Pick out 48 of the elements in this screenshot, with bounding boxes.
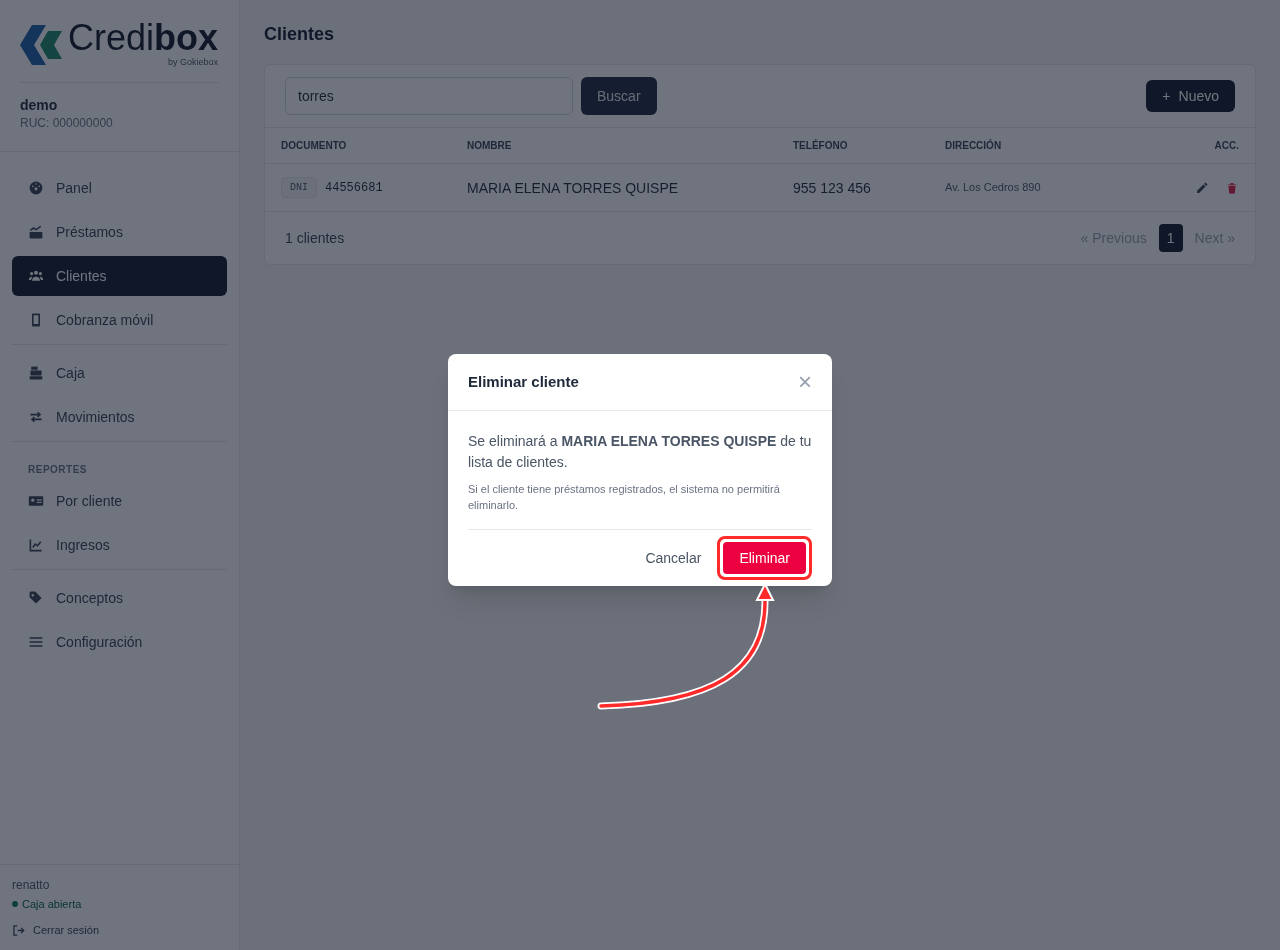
logo-mark-icon <box>20 24 64 65</box>
table-cell: 955 123 456 <box>777 163 929 212</box>
close-button[interactable]: × <box>798 370 812 394</box>
sidebar-item[interactable]: Panel <box>12 167 227 208</box>
table-cell: Av. Los Cedros 890 <box>929 163 1134 212</box>
column-header: DOCUMENTO <box>265 127 451 164</box>
section-heading: REPORTES <box>27 462 88 477</box>
logout-link[interactable]: Cerrar sesión <box>12 923 227 938</box>
column-header: ACC. <box>1133 127 1255 164</box>
cash-register-icon <box>28 364 44 381</box>
sidebar-item[interactable]: Configuración <box>12 621 227 662</box>
sidebar-item[interactable]: Cobranza móvil <box>12 299 227 340</box>
document-number: 44556681 <box>325 179 383 196</box>
sidebar-item[interactable]: Por cliente <box>12 480 227 521</box>
column-header: NOMBRE <box>451 127 777 164</box>
page-title: Clientes <box>264 23 336 46</box>
column-header: DIRECCIÓN <box>929 127 1134 164</box>
money-chart-icon <box>28 223 44 240</box>
sidebar-item[interactable]: Caja <box>12 352 227 393</box>
cash-status: Caja abierta <box>22 896 82 912</box>
sidebar-item[interactable]: Ingresos <box>12 524 227 565</box>
table-cell: MARIA ELENA TORRES QUISPE <box>451 163 777 212</box>
document-type-tag: DNI <box>281 177 317 198</box>
column-header: TELÉFONO <box>777 127 929 164</box>
delete-confirm-button[interactable]: Eliminar <box>723 542 806 574</box>
logout-icon <box>12 924 25 938</box>
logo-byline: by Gokiebox <box>168 56 219 69</box>
company-ruc: RUC: 000000000 <box>20 114 114 131</box>
search-field[interactable]: torres <box>285 77 573 115</box>
search-button[interactable]: Buscar <box>581 77 657 115</box>
dialog-message: Se eliminará a MARIA ELENA TORRES QUISPE de tu lista de clientes. <box>468 432 812 472</box>
page-button[interactable]: 1 <box>1158 224 1183 252</box>
sidebar-item[interactable]: Clientes <box>12 255 227 296</box>
result-count: 1 clientes <box>285 229 345 248</box>
sidebar-item[interactable]: Préstamos <box>12 211 227 252</box>
tags-icon <box>28 589 44 606</box>
cancel-button[interactable]: Cancelar <box>641 548 706 568</box>
gauge-icon <box>28 179 44 196</box>
user-name: renatto <box>12 876 51 893</box>
new-button[interactable]: + Nuevo <box>1146 80 1235 112</box>
edit-icon[interactable] <box>1195 180 1209 195</box>
sidebar-item[interactable]: Movimientos <box>12 396 227 437</box>
sidebar-item[interactable]: Conceptos <box>12 577 227 618</box>
line-chart-icon <box>28 536 44 553</box>
dialog-title: Eliminar cliente <box>468 371 579 392</box>
dialog-note: Si el cliente tiene préstamos registrados, el sistema no permitirá eliminarlo. <box>468 482 781 513</box>
company-name: demo <box>20 95 59 115</box>
logo-text: Credibox <box>68 20 219 56</box>
